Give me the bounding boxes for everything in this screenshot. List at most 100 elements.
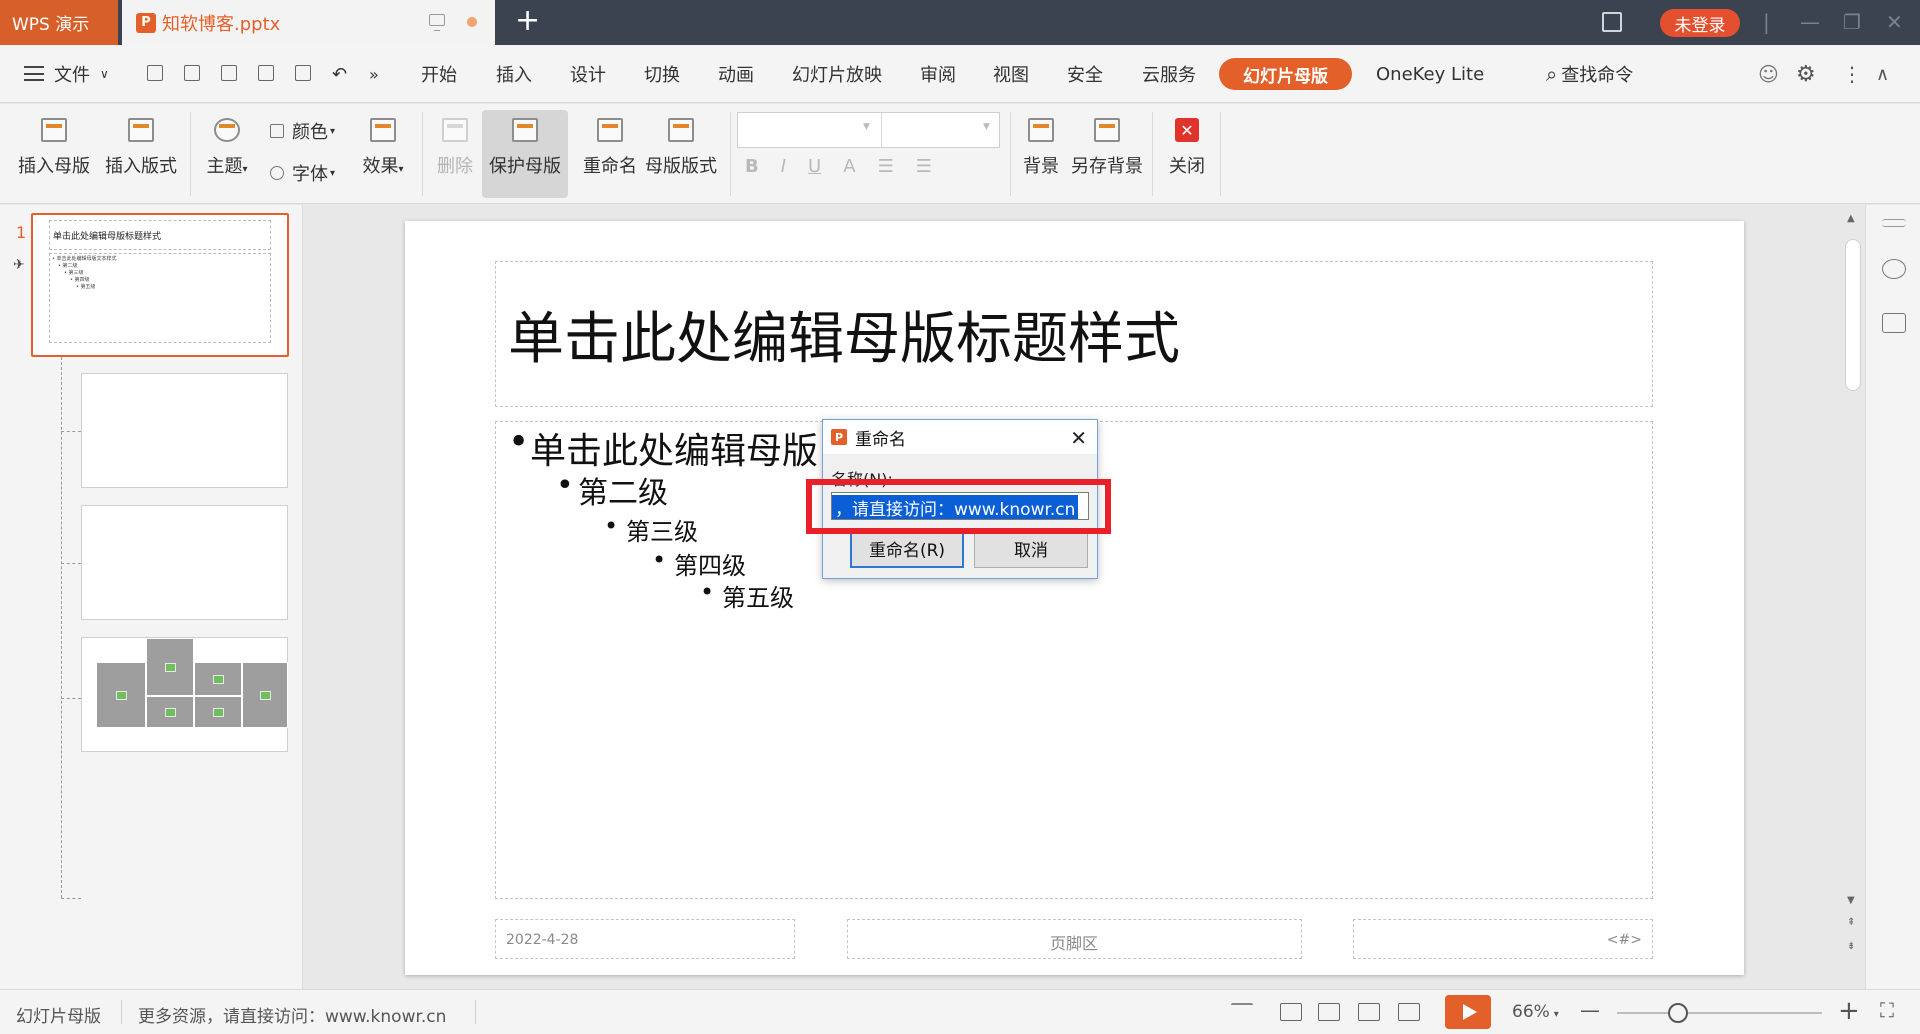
save-background-label: 另存背景 xyxy=(1071,156,1143,177)
scroll-up-icon[interactable]: ▲ xyxy=(1847,213,1855,224)
protect-master-button[interactable]: 保护母版 xyxy=(482,110,568,198)
close-icon[interactable]: ✕ xyxy=(1070,426,1087,450)
next-slide-icon[interactable]: ⇟ xyxy=(1847,941,1855,952)
cancel-button[interactable]: 取消 xyxy=(974,528,1088,568)
restore-button[interactable]: ❐ xyxy=(1843,10,1861,34)
date-placeholder[interactable]: 2022-4-28 xyxy=(495,919,795,959)
vertical-scrollbar[interactable]: ▲ ▼ ⇞ ⇟ xyxy=(1843,205,1863,989)
tab-start[interactable]: 开始 xyxy=(421,45,457,103)
close-master-button[interactable]: ✕ 关闭 xyxy=(1164,104,1210,204)
save-icon[interactable] xyxy=(184,65,200,81)
collapse-ribbon-icon[interactable]: ∧ xyxy=(1876,45,1889,103)
presenter-view-icon[interactable] xyxy=(1398,1003,1420,1021)
master-slide-thumbnail[interactable]: 单击此处编辑母版标题样式 • 单击此处编辑母版文本样式 • 第二级 • 第三级 … xyxy=(31,213,289,357)
effect-label: 效果▾ xyxy=(362,156,404,177)
menu-bar: 文件 ∨ ↶ » 开始 插入 设计 切换 动画 幻灯片放映 审阅 视图 安全 云服… xyxy=(0,45,1920,103)
close-window-button[interactable]: ✕ xyxy=(1886,10,1903,34)
master-layout-button[interactable]: 母版版式 xyxy=(641,104,721,204)
slide-number-placeholder[interactable]: <#> xyxy=(1353,919,1653,959)
underline-button[interactable]: U xyxy=(808,156,821,177)
title-placeholder[interactable]: 单击此处编辑母版标题样式 xyxy=(495,261,1653,407)
zoom-out-button[interactable]: — xyxy=(1580,998,1600,1022)
minimize-button[interactable]: — xyxy=(1800,10,1820,34)
undo-icon[interactable]: ↶ xyxy=(332,45,347,103)
app-tab[interactable]: WPS 演示 xyxy=(0,0,118,45)
file-menu[interactable]: 文件 ∨ xyxy=(54,45,109,103)
slide-sorter-icon[interactable] xyxy=(1318,1003,1340,1021)
scroll-down-icon[interactable]: ▼ xyxy=(1847,895,1855,906)
tab-cloud[interactable]: 云服务 xyxy=(1142,45,1196,103)
login-button[interactable]: 未登录 xyxy=(1660,9,1740,37)
master-slide[interactable]: 单击此处编辑母版标题样式 单击此处编辑母版 第二级 第三级 第四级 第五级 20… xyxy=(405,221,1744,975)
print-preview-icon[interactable] xyxy=(295,65,311,81)
settings-sliders-icon[interactable] xyxy=(1882,313,1906,333)
footer-placeholder[interactable]: 页脚区 xyxy=(847,919,1302,959)
insert-master-icon xyxy=(41,118,67,142)
tab-view[interactable]: 视图 xyxy=(993,45,1029,103)
thumbnail-body: • 单击此处编辑母版文本样式 • 第二级 • 第三级 • 第四级 • 第五级 xyxy=(49,253,271,343)
tab-slideshow[interactable]: 幻灯片放映 xyxy=(792,45,882,103)
italic-button[interactable]: I xyxy=(781,156,786,177)
reading-view-icon[interactable] xyxy=(1358,1003,1380,1021)
zoom-slider-handle[interactable] xyxy=(1668,1003,1688,1023)
gear-icon[interactable]: ⚙ xyxy=(1796,45,1816,103)
search-command[interactable]: ⌕ 查找命令 xyxy=(1546,45,1633,103)
normal-view-icon[interactable] xyxy=(1280,1003,1302,1021)
close-master-label: 关闭 xyxy=(1169,156,1205,177)
zoom-level[interactable]: 66% ▾ xyxy=(1512,1002,1559,1022)
slide-thumbnail-panel: 1 ✈ 单击此处编辑母版标题样式 • 单击此处编辑母版文本样式 • 第二级 • … xyxy=(0,205,303,989)
font-color-button[interactable]: A xyxy=(843,156,855,177)
open-icon[interactable] xyxy=(147,65,163,81)
tab-security[interactable]: 安全 xyxy=(1067,45,1103,103)
rename-confirm-button[interactable]: 重命名(R) xyxy=(850,528,964,568)
monitor-icon[interactable] xyxy=(429,14,445,31)
numbered-list-icon[interactable]: ☰ xyxy=(916,156,932,177)
color-button[interactable]: 颜色 ▾ xyxy=(270,118,335,144)
scrollbar-thumb[interactable] xyxy=(1845,239,1861,391)
previous-slide-icon[interactable]: ⇞ xyxy=(1847,917,1855,928)
notes-icon[interactable] xyxy=(1231,1003,1253,1021)
more-icon[interactable]: » xyxy=(369,45,379,103)
tab-insert[interactable]: 插入 xyxy=(496,45,532,103)
delete-button[interactable]: 删除 xyxy=(430,104,480,204)
master-layout-icon xyxy=(668,118,694,142)
zoom-in-button[interactable]: + xyxy=(1838,996,1860,1026)
export-pdf-icon[interactable] xyxy=(221,65,237,81)
tab-design[interactable]: 设计 xyxy=(570,45,606,103)
print-icon[interactable] xyxy=(258,65,274,81)
tab-animation[interactable]: 动画 xyxy=(718,45,754,103)
insert-master-button[interactable]: 插入母版 xyxy=(14,104,94,204)
new-tab-button[interactable]: + xyxy=(515,6,540,36)
effect-button[interactable]: 效果▾ xyxy=(356,104,410,204)
theme-button[interactable]: 主题▾ xyxy=(200,104,254,204)
layout-thumbnail[interactable] xyxy=(81,637,288,752)
bullet-list-icon[interactable]: ☰ xyxy=(878,156,894,177)
tab-review[interactable]: 审阅 xyxy=(920,45,956,103)
save-background-button[interactable]: 另存背景 xyxy=(1068,104,1146,204)
fit-window-icon[interactable]: ⛶ xyxy=(1880,998,1894,1022)
more-options-icon[interactable]: ⋮ xyxy=(1842,45,1862,103)
pin-icon[interactable]: ✈ xyxy=(13,257,25,273)
collapse-sidebar-icon[interactable] xyxy=(1882,219,1906,227)
font-name-select[interactable]: ▼ ▼ xyxy=(737,112,1000,148)
play-slideshow-button[interactable] xyxy=(1445,995,1491,1029)
insert-layout-button[interactable]: 插入版式 xyxy=(101,104,181,204)
background-button[interactable]: 背景 xyxy=(1016,104,1066,204)
text-level-2: 第二级 xyxy=(556,468,668,512)
font-button[interactable]: 字体 ▾ xyxy=(270,160,335,186)
layout-thumbnail[interactable] xyxy=(81,505,288,620)
zoom-slider[interactable] xyxy=(1617,1012,1822,1014)
layout-icon[interactable] xyxy=(1602,12,1622,32)
rename-button[interactable]: 重命名 xyxy=(574,104,646,204)
tab-onekey[interactable]: OneKey Lite xyxy=(1376,45,1484,103)
insert-layout-icon xyxy=(128,118,154,142)
tab-slide-master[interactable]: 幻灯片母版 xyxy=(1219,58,1352,90)
tab-transition[interactable]: 切换 xyxy=(644,45,680,103)
highlight-box xyxy=(806,479,1111,534)
layout-thumbnail[interactable] xyxy=(81,373,288,488)
bold-button[interactable]: B xyxy=(745,156,759,177)
document-tab[interactable]: P 知软博客.pptx xyxy=(122,0,495,45)
menu-icon[interactable] xyxy=(24,66,44,81)
share-icon[interactable] xyxy=(1882,259,1906,279)
chat-icon[interactable]: ☺ xyxy=(1758,45,1779,103)
